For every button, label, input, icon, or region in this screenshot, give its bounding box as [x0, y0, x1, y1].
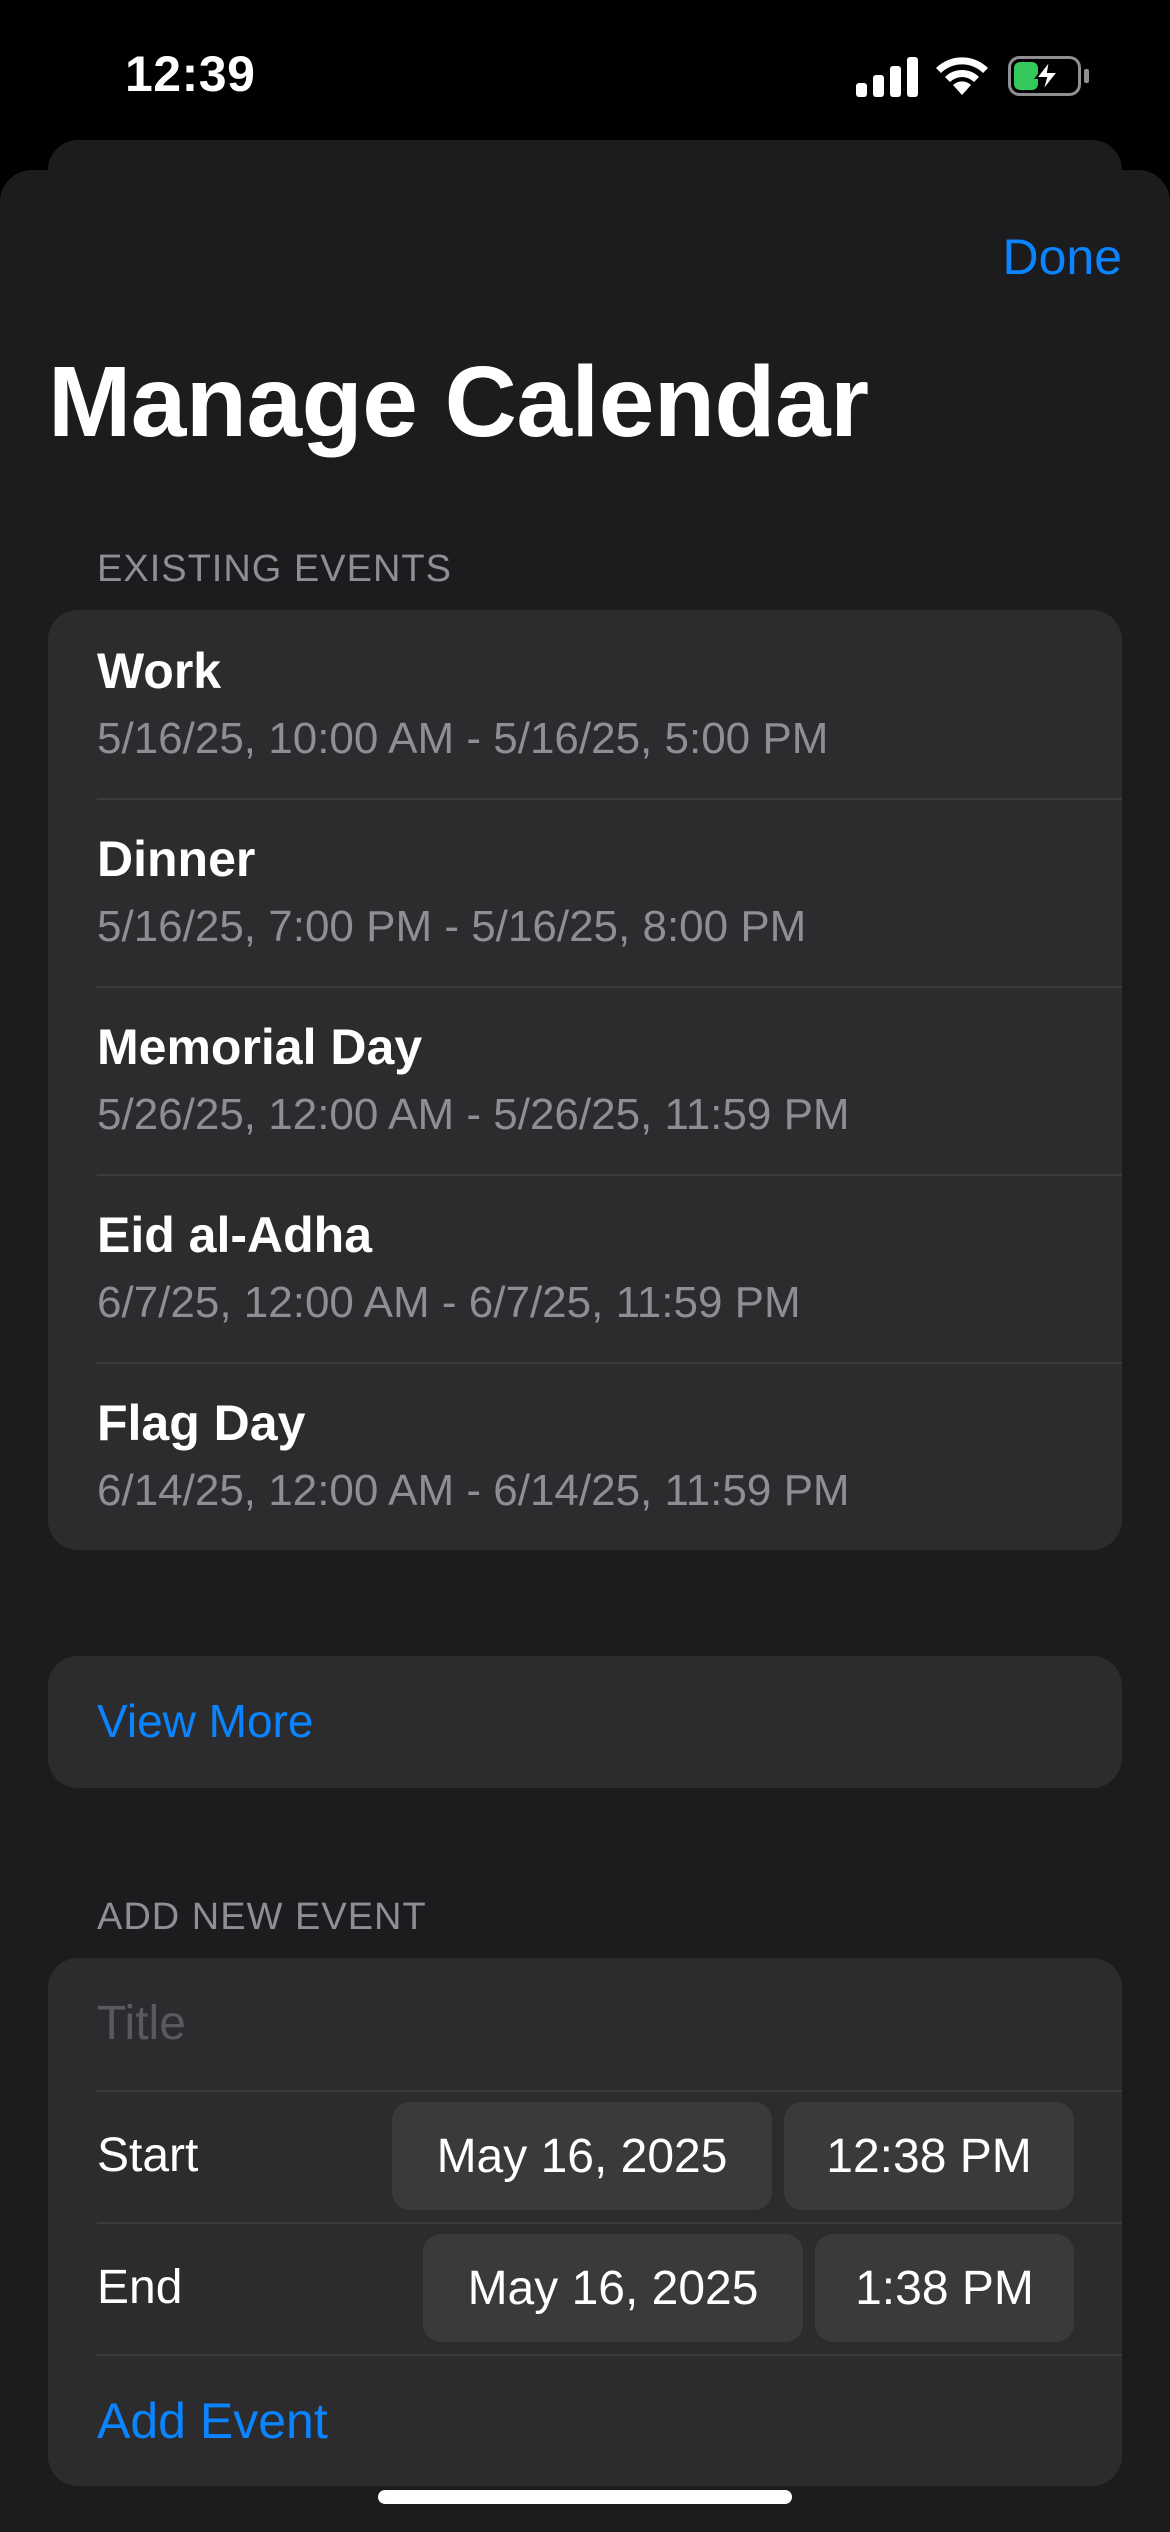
event-title: Work	[97, 643, 222, 699]
end-time-picker[interactable]: 1:38 PM	[815, 2234, 1074, 2342]
event-title: Eid al-Adha	[97, 1207, 373, 1263]
event-row[interactable]: Eid al-Adha 6/7/25, 12:00 AM - 6/7/25, 1…	[48, 1174, 1122, 1362]
event-title-input[interactable]	[97, 1978, 1057, 2068]
event-time-range: 5/16/25, 7:00 PM - 5/16/25, 8:00 PM	[97, 902, 807, 951]
event-row[interactable]: Work 5/16/25, 10:00 AM - 5/16/25, 5:00 P…	[48, 610, 1122, 798]
status-bar: 12:39	[0, 0, 1170, 150]
title-row	[48, 1958, 1122, 2090]
cellular-signal-icon	[856, 57, 918, 97]
event-row[interactable]: Flag Day 6/14/25, 12:00 AM - 6/14/25, 11…	[48, 1362, 1122, 1550]
view-more-group: View More	[48, 1656, 1122, 1788]
end-label: End	[97, 2261, 183, 2314]
wifi-icon	[936, 57, 988, 95]
event-time-range: 5/16/25, 10:00 AM - 5/16/25, 5:00 PM	[97, 714, 829, 763]
end-date-picker[interactable]: May 16, 2025	[423, 2234, 803, 2342]
page-title: Manage Calendar	[48, 346, 869, 458]
existing-events-header: EXISTING EVENTS	[97, 548, 452, 590]
start-date-picker[interactable]: May 16, 2025	[392, 2102, 772, 2210]
event-title: Flag Day	[97, 1395, 306, 1451]
add-event-form: Start May 16, 2025 12:38 PM End May 16, …	[48, 1958, 1122, 2486]
manage-calendar-sheet: Done Manage Calendar EXISTING EVENTS Wor…	[0, 170, 1170, 2532]
add-new-event-header: ADD NEW EVENT	[97, 1896, 427, 1938]
submit-row: Add Event	[48, 2354, 1122, 2486]
screen: 12:39 Done Manage Calendar EXISTING EVEN…	[0, 0, 1170, 2532]
end-row: End May 16, 2025 1:38 PM	[48, 2222, 1122, 2354]
home-indicator[interactable]	[378, 2490, 792, 2504]
event-title: Dinner	[97, 831, 256, 887]
add-event-button[interactable]: Add Event	[97, 2392, 328, 2450]
existing-events-list: Work 5/16/25, 10:00 AM - 5/16/25, 5:00 P…	[48, 610, 1122, 1550]
start-label: Start	[97, 2129, 199, 2182]
event-row[interactable]: Dinner 5/16/25, 7:00 PM - 5/16/25, 8:00 …	[48, 798, 1122, 986]
start-time-picker[interactable]: 12:38 PM	[784, 2102, 1074, 2210]
event-time-range: 5/26/25, 12:00 AM - 5/26/25, 11:59 PM	[97, 1090, 850, 1139]
battery-charging-icon	[1008, 56, 1089, 96]
event-title: Memorial Day	[97, 1019, 423, 1075]
done-button[interactable]: Done	[1002, 228, 1122, 286]
event-time-range: 6/7/25, 12:00 AM - 6/7/25, 11:59 PM	[97, 1278, 801, 1327]
view-more-button[interactable]: View More	[97, 1694, 313, 1748]
event-row[interactable]: Memorial Day 5/26/25, 12:00 AM - 5/26/25…	[48, 986, 1122, 1174]
start-row: Start May 16, 2025 12:38 PM	[48, 2090, 1122, 2222]
event-time-range: 6/14/25, 12:00 AM - 6/14/25, 11:59 PM	[97, 1466, 850, 1515]
status-time: 12:39	[125, 46, 256, 102]
